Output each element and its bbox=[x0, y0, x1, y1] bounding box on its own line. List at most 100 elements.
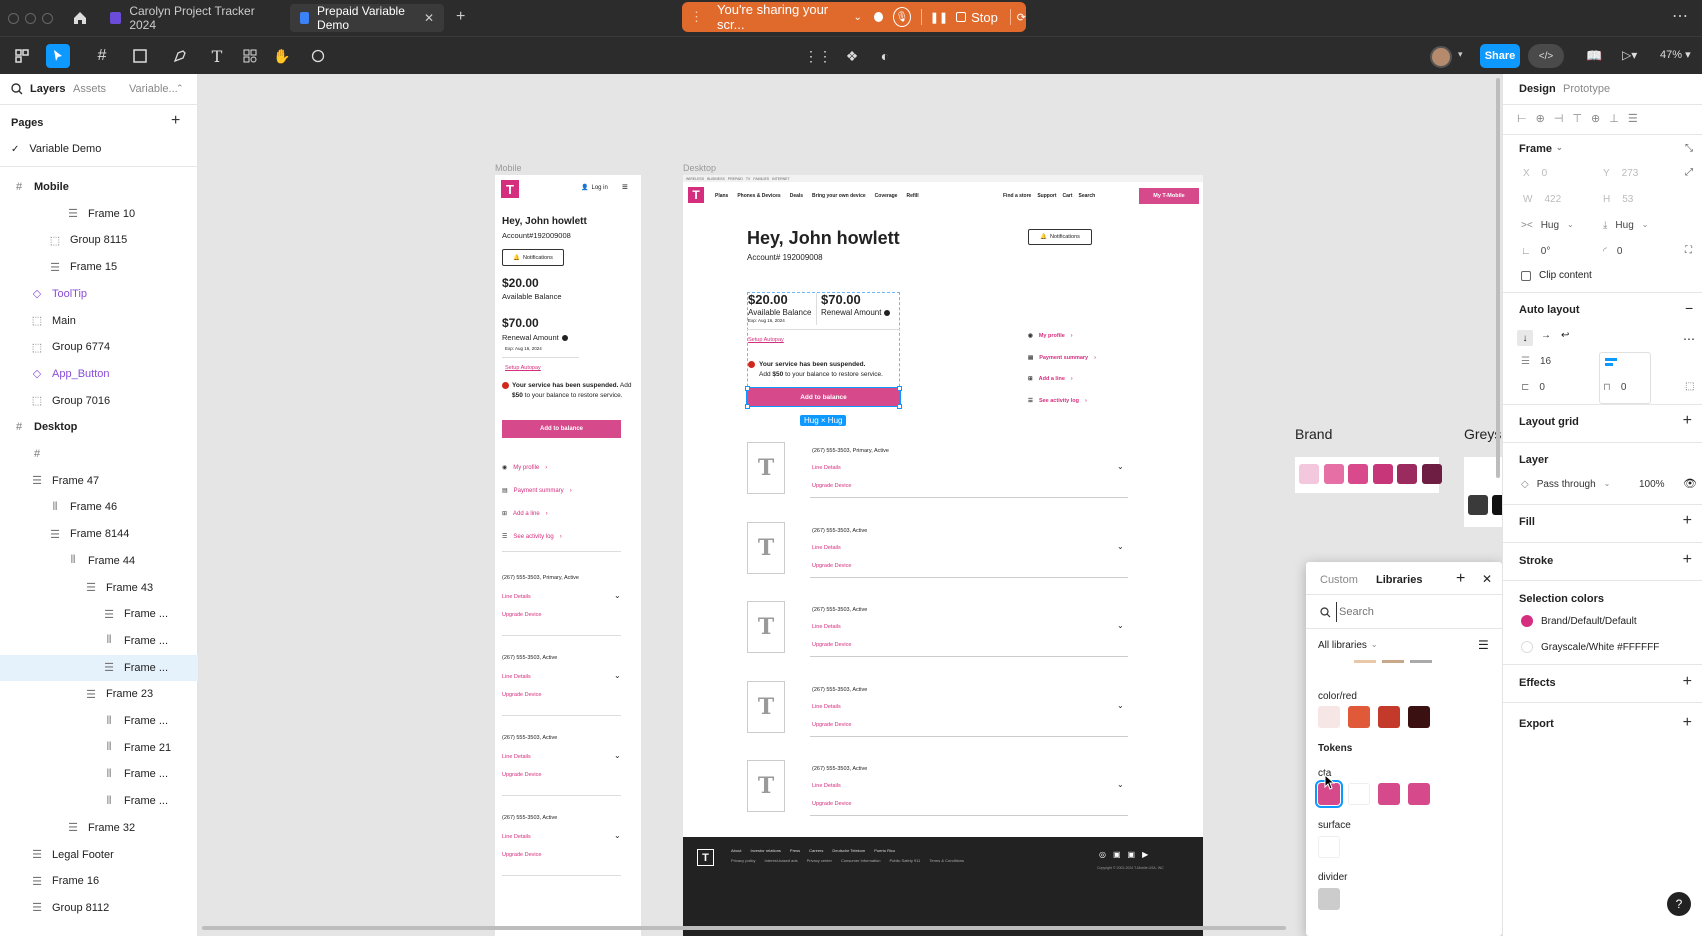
maximize-window-icon[interactable] bbox=[42, 13, 53, 24]
chevron-down-icon[interactable]: ⌄ bbox=[614, 831, 621, 840]
upgrade-device-link[interactable]: Upgrade Device bbox=[812, 563, 851, 569]
mobile-line-item[interactable]: (267) 555-3503, Primary, Active Line Deta… bbox=[502, 575, 621, 645]
line-details-link[interactable]: Line Details bbox=[502, 834, 531, 840]
facebook-icon[interactable]: ▣ bbox=[1113, 850, 1121, 859]
x-field[interactable]: X0 bbox=[1523, 168, 1547, 179]
grey-color-swatch[interactable] bbox=[1468, 495, 1488, 515]
footer-link[interactable]: Public Safety 911 bbox=[890, 858, 921, 863]
footer-link[interactable]: Privacy center bbox=[807, 858, 832, 863]
nav-item[interactable]: Bring your own device bbox=[812, 193, 866, 199]
desktop-link[interactable]: ▤ Payment summary › bbox=[1028, 355, 1096, 361]
upgrade-device-link[interactable]: Upgrade Device bbox=[502, 612, 541, 618]
library-color-swatch[interactable] bbox=[1378, 706, 1400, 728]
blend-mode-dropdown[interactable]: ◇ Pass through ⌄ bbox=[1521, 479, 1610, 490]
mobile-autopay-link[interactable]: Setup Autopay bbox=[505, 365, 541, 371]
line-details-link[interactable]: Line Details bbox=[812, 704, 841, 710]
align-top-icon[interactable]: ⊤ bbox=[1572, 112, 1582, 125]
rotation-field[interactable]: ∟ 0° bbox=[1521, 246, 1550, 257]
desktop-autopay-link[interactable]: Setup Autopay bbox=[748, 337, 784, 343]
selection-color-row[interactable]: Brand/Default/Default bbox=[1521, 615, 1637, 627]
horizontal-scrollbar[interactable] bbox=[202, 926, 1286, 930]
wrap-icon[interactable]: ↩ bbox=[1561, 330, 1569, 341]
independent-corners-icon[interactable]: ⛶ bbox=[1685, 245, 1692, 256]
tab-assets[interactable]: Assets bbox=[73, 83, 106, 95]
nav-item[interactable]: Phones & Devices bbox=[737, 193, 780, 199]
canvas[interactable]: Mobile Desktop T 👤 Log in ≡ Hey, John how… bbox=[198, 74, 1502, 936]
stop-button[interactable]: Stop bbox=[956, 10, 998, 25]
layer-item[interactable]: ☰ Frame 15 bbox=[0, 254, 198, 280]
info-icon[interactable] bbox=[561, 334, 568, 341]
share-button[interactable]: Share bbox=[1480, 44, 1520, 68]
desktop-notifications-button[interactable]: 🔔 Notifications bbox=[1028, 229, 1092, 245]
nav-item[interactable]: Refill bbox=[906, 193, 918, 199]
chevron-down-icon[interactable]: ⌄ bbox=[1117, 621, 1124, 630]
grey-color-swatch[interactable] bbox=[1468, 464, 1488, 484]
alignment-grid[interactable] bbox=[1599, 352, 1651, 404]
tab-custom[interactable]: Custom bbox=[1320, 574, 1358, 586]
mobile-line-item[interactable]: (267) 555-3503, Active Line Details ⌄ Upgra… bbox=[502, 735, 621, 805]
library-color-swatch[interactable] bbox=[1318, 706, 1340, 728]
clip-content-checkbox[interactable]: Clip content bbox=[1521, 270, 1592, 281]
horizontal-resizing-dropdown[interactable]: >< Hug ⌄ bbox=[1521, 220, 1574, 231]
text-tool-icon[interactable]: T bbox=[205, 44, 229, 68]
library-color-swatch[interactable] bbox=[1318, 836, 1340, 858]
avatar[interactable] bbox=[1430, 46, 1452, 68]
chevron-down-icon[interactable]: ⌄ bbox=[1117, 701, 1124, 710]
layer-item[interactable]: ☰ Group 8112 bbox=[0, 895, 198, 921]
move-tool-icon[interactable] bbox=[46, 44, 70, 68]
list-view-icon[interactable]: ☰ bbox=[1478, 638, 1489, 652]
present-icon[interactable]: ▷▾ bbox=[1622, 48, 1637, 62]
footer-link[interactable]: Investor relations bbox=[750, 848, 780, 853]
line-details-link[interactable]: Line Details bbox=[502, 754, 531, 760]
gap-field[interactable]: ☰ 16 bbox=[1521, 356, 1551, 367]
close-window-icon[interactable] bbox=[8, 13, 19, 24]
layer-item[interactable]: ☰ Frame ... bbox=[0, 654, 198, 681]
nav-right-item[interactable]: Search bbox=[1079, 193, 1096, 199]
search-icon[interactable] bbox=[11, 83, 23, 95]
footer-link[interactable]: About bbox=[731, 848, 741, 853]
layer-item[interactable]: ☰ Frame 10 bbox=[0, 201, 198, 227]
add-page-icon[interactable]: + bbox=[171, 112, 180, 130]
nav-right-item[interactable]: Support bbox=[1037, 193, 1056, 199]
desktop-line-item[interactable]: T (267) 555-3503, Active Line Details ⌄ Upgr… bbox=[747, 760, 1161, 840]
w-field[interactable]: W 422 bbox=[1523, 194, 1561, 205]
top-link[interactable]: TV bbox=[746, 177, 750, 181]
frame-type-dropdown[interactable]: Frame ⌄ bbox=[1519, 143, 1563, 155]
chevron-down-icon[interactable]: ▾ bbox=[1458, 49, 1463, 60]
new-tab-icon[interactable]: + bbox=[456, 8, 465, 26]
expand-icon[interactable]: ⟳ bbox=[1017, 11, 1026, 24]
footer-link[interactable]: Deutsche Telekom bbox=[832, 848, 865, 853]
chevron-down-icon[interactable]: ⌄ bbox=[614, 671, 621, 680]
twitter-icon[interactable]: ▣ bbox=[1128, 850, 1136, 859]
upgrade-device-link[interactable]: Upgrade Device bbox=[812, 722, 851, 728]
nav-item[interactable]: Coverage bbox=[875, 193, 898, 199]
top-link[interactable]: INTERNET bbox=[772, 177, 790, 181]
layer-item[interactable]: ☰ Frame 43 bbox=[0, 575, 198, 601]
layer-item[interactable]: ⬚ Group 6774 bbox=[0, 334, 198, 360]
visibility-eye-icon[interactable]: 👁 bbox=[1683, 477, 1697, 490]
layer-item[interactable]: # Mobile bbox=[0, 174, 198, 200]
library-color-swatch[interactable] bbox=[1348, 783, 1370, 805]
layer-item[interactable]: ☰ Frame ... bbox=[0, 601, 198, 627]
drag-handle-icon[interactable]: ⋮ bbox=[690, 9, 703, 25]
tab-libraries[interactable]: Libraries bbox=[1376, 574, 1422, 586]
footer-link[interactable]: Interest-based ads bbox=[764, 858, 797, 863]
add-fill-icon[interactable]: + bbox=[1683, 512, 1692, 530]
hamburger-menu-icon[interactable]: ≡ bbox=[622, 182, 628, 193]
layer-item[interactable]: ⦀ Frame 46 bbox=[0, 494, 198, 520]
desktop-line-item[interactable]: T (267) 555-3503, Primary, Active Line Det… bbox=[747, 442, 1161, 522]
mobile-line-item[interactable]: (267) 555-3503, Active Line Details ⌄ Upgra… bbox=[502, 655, 621, 725]
brand-color-swatch[interactable] bbox=[1323, 464, 1344, 484]
footer-link[interactable]: Consumer Information bbox=[841, 858, 881, 863]
padding-h-field[interactable]: ⊏ 0 bbox=[1521, 382, 1545, 393]
line-details-link[interactable]: Line Details bbox=[502, 594, 531, 600]
mobile-add-balance-button[interactable]: Add to balance bbox=[502, 420, 621, 438]
pause-icon[interactable]: ❚❚ bbox=[930, 11, 948, 24]
brand-color-swatch[interactable] bbox=[1299, 464, 1319, 484]
line-details-link[interactable]: Line Details bbox=[812, 545, 841, 551]
layer-item[interactable]: # Desktop bbox=[0, 414, 198, 440]
vertical-scrollbar[interactable] bbox=[1496, 78, 1500, 478]
layer-item[interactable]: ◇ ToolTip bbox=[0, 281, 198, 307]
line-details-link[interactable]: Line Details bbox=[812, 624, 841, 630]
resize-handle[interactable] bbox=[897, 404, 902, 409]
